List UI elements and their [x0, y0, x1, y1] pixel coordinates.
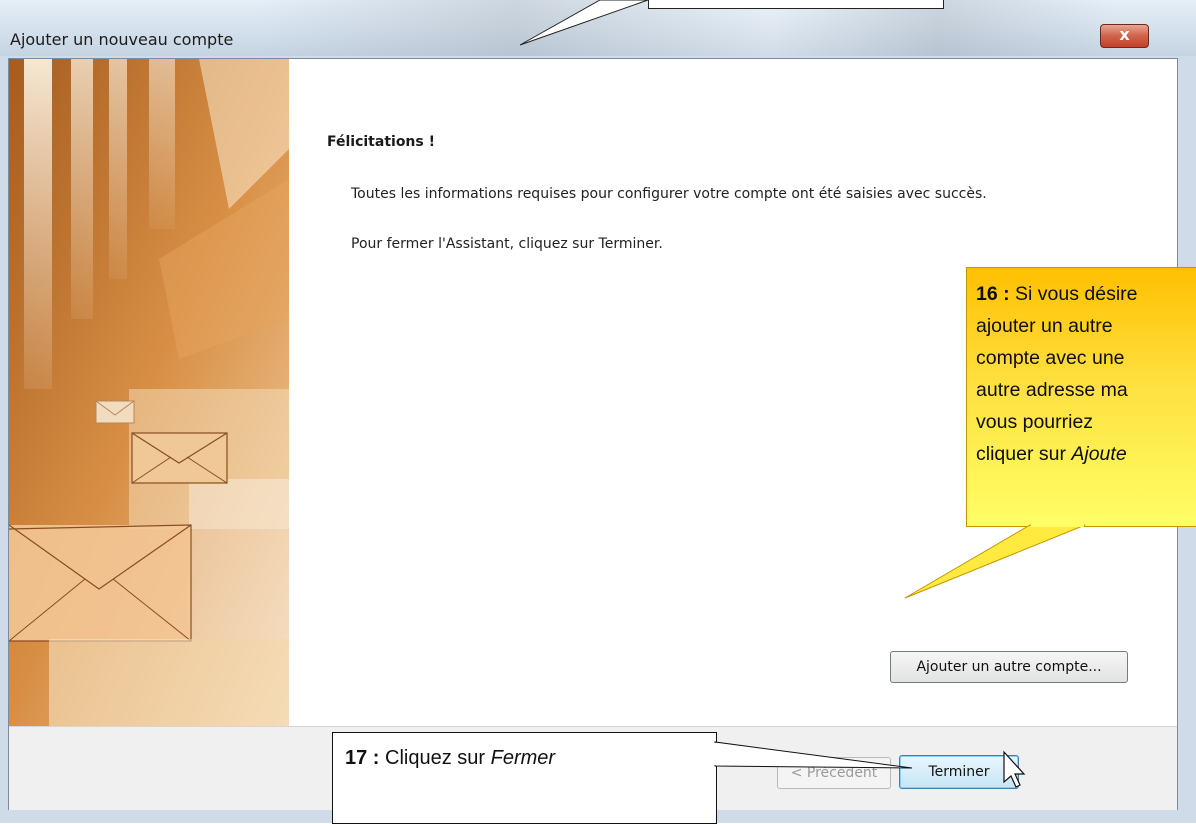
callout-16-text: 16 : Si vous désire ajouter un autre com…	[967, 268, 1196, 470]
finish-button[interactable]: Terminer	[899, 755, 1019, 789]
callout-16-line6: cliquer sur	[976, 443, 1072, 465]
envelope-artwork	[9, 59, 289, 726]
previous-button[interactable]: < Précédent	[777, 757, 891, 789]
callout-16-line6-italic: Ajoute	[1071, 443, 1127, 465]
close-instruction: Pour fermer l'Assistant, cliquez sur Ter…	[351, 236, 663, 252]
window-title: Ajouter un nouveau compte	[10, 30, 234, 49]
close-button[interactable]: x	[1100, 24, 1149, 48]
callout-16-line4: autre adresse ma	[976, 379, 1128, 401]
top-callout-box	[648, 0, 944, 9]
success-message: Toutes les informations requises pour co…	[351, 186, 987, 202]
callout-17-text: 17 : Cliquez sur Fermer	[345, 747, 555, 770]
callout-16-line5: vous pourriez	[976, 411, 1094, 433]
page-title: Félicitations !	[327, 134, 435, 150]
callout-17: 17 : Cliquez sur Fermer	[332, 732, 717, 824]
callout-16-line1: Si vous désire	[1009, 283, 1138, 305]
callout-16-number: 16 :	[976, 283, 1010, 305]
callout-16-line2: ajouter un autre	[976, 315, 1113, 337]
callout-17-number: 17 :	[345, 747, 380, 769]
callout-16-line3: compte avec une	[976, 347, 1125, 369]
close-icon: x	[1119, 25, 1130, 44]
add-another-account-button[interactable]: Ajouter un autre compte...	[890, 651, 1128, 683]
callout-17-italic: Fermer	[490, 747, 556, 769]
callout-16: 16 : Si vous désire ajouter un autre com…	[966, 267, 1196, 527]
title-bar: Ajouter un nouveau compte x	[0, 0, 1196, 56]
callout-17-pre: Cliquez sur	[379, 747, 491, 769]
envelope-art-icon	[9, 59, 289, 726]
